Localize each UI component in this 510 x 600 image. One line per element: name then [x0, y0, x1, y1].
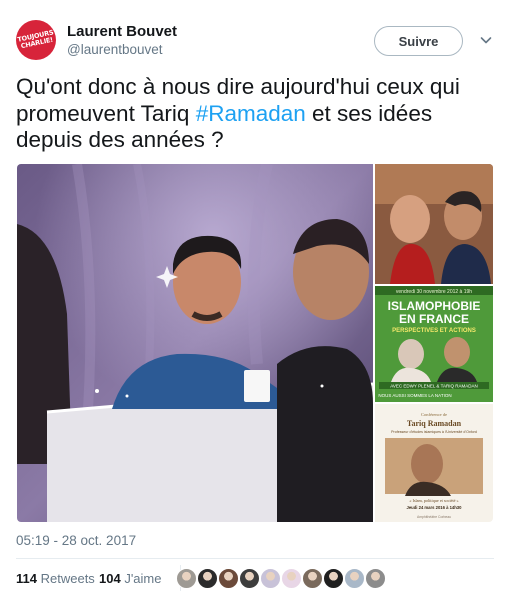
media-photo-two-men[interactable]: [375, 164, 493, 284]
follow-button[interactable]: Suivre: [374, 26, 463, 56]
media-photo-main[interactable]: [17, 164, 373, 522]
liker-avatar-3[interactable]: [218, 568, 239, 589]
liker-avatar-2[interactable]: [197, 568, 218, 589]
flyer-role: Professeur d'études islamiques à l'Unive…: [391, 430, 477, 434]
liker-avatar-4[interactable]: [239, 568, 260, 589]
hashtag-link[interactable]: #Ramadan: [196, 101, 306, 126]
liker-avatar-7[interactable]: [302, 568, 323, 589]
media-flyer[interactable]: Conférence de Tariq Ramadan Professeur d…: [375, 404, 493, 522]
flyer-conference: Conférence de Tariq Ramadan Professeur d…: [375, 404, 493, 522]
poster-islamophobie: vendredi 30 novembre 2012 à 19h ISLAMOPH…: [375, 286, 493, 402]
likes-label: J'aime: [124, 571, 162, 586]
poster-header: vendredi 30 novembre 2012 à 19h: [396, 289, 472, 295]
poster-title-1: ISLAMOPHOBIE: [388, 299, 481, 313]
liker-avatar-1[interactable]: [176, 568, 197, 589]
likes-count: 104: [99, 571, 121, 586]
retweets-count: 114: [16, 571, 37, 586]
author-avatar[interactable]: TOUJOURS CHARLIE!: [16, 20, 56, 60]
liker-avatar-8[interactable]: [323, 568, 344, 589]
liker-avatar-5[interactable]: [260, 568, 281, 589]
photo-selfie: [375, 164, 493, 284]
liker-avatar-6[interactable]: [281, 568, 302, 589]
stats-divider: [16, 558, 494, 559]
media-grid: vendredi 30 novembre 2012 à 19h ISLAMOPH…: [17, 164, 493, 522]
flyer-label: Conférence de: [421, 412, 447, 417]
retweets-stat[interactable]: 114 Retweets: [16, 571, 95, 586]
flyer-name: Tariq Ramadan: [407, 419, 462, 428]
tweet-text: Qu'ont donc à nous dire aujourd'hui ceux…: [16, 74, 494, 154]
flyer-place: Amphithéâtre Corbeau: [417, 515, 451, 519]
tweet-timestamp[interactable]: 05:19 - 28 oct. 2017: [16, 533, 136, 548]
liker-avatars: [176, 568, 396, 590]
media-poster[interactable]: vendredi 30 novembre 2012 à 19h ISLAMOPH…: [375, 286, 493, 402]
likes-stat[interactable]: 104 J'aime: [99, 571, 162, 586]
author-name[interactable]: Laurent Bouvet: [67, 23, 177, 40]
author-handle[interactable]: @laurentbouvet: [67, 42, 163, 57]
poster-subtitle: PERSPECTIVES ET ACTIONS: [392, 328, 476, 334]
tweet-header: TOUJOURS CHARLIE! Laurent Bouvet @lauren…: [16, 20, 496, 64]
photo-two-men-at-table: [17, 164, 373, 522]
flyer-date: Jeudi 24 mars 2016 à 14h30: [407, 505, 463, 510]
poster-footer: NOUS AUSSI SOMMES LA NATION: [378, 393, 451, 398]
liker-avatar-9[interactable]: [344, 568, 365, 589]
liker-avatar-10[interactable]: [365, 568, 386, 589]
poster-banner: AVEC EDWY PLENEL & TARIQ RAMADAN: [390, 384, 478, 389]
poster-title-2: EN FRANCE: [399, 312, 469, 326]
chevron-down-icon[interactable]: [480, 34, 492, 46]
avatar-logo-text: TOUJOURS CHARLIE!: [16, 28, 54, 51]
retweets-label: Retweets: [40, 571, 95, 586]
